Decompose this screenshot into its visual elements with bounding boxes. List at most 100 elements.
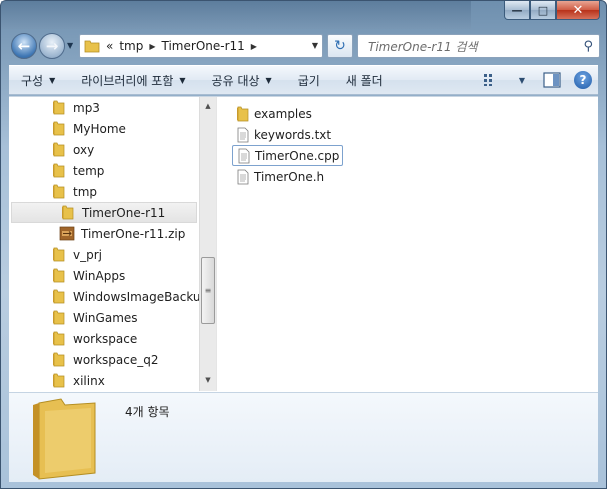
- breadcrumb-overflow[interactable]: «: [106, 39, 113, 53]
- chevron-down-icon: ▼: [518, 75, 526, 85]
- refresh-button[interactable]: ↻: [327, 34, 353, 58]
- tree-item-xilinx[interactable]: xilinx: [51, 370, 105, 391]
- organize-button[interactable]: 구성 ▼: [21, 72, 55, 89]
- folder-icon: [53, 268, 65, 283]
- share-with-button[interactable]: 공유 대상 ▼: [212, 72, 272, 89]
- folder-icon: [53, 142, 65, 157]
- file-item-keywords-txt[interactable]: keywords.txt: [235, 124, 331, 145]
- address-bar[interactable]: « tmp ▶ TimerOne-r11 ▶ ▼: [79, 34, 323, 58]
- folder-icon: [53, 247, 65, 262]
- text-file-icon: [238, 148, 250, 163]
- search-placeholder: TimerOne-r11 검색: [368, 39, 478, 54]
- tree-item-temp[interactable]: temp: [51, 160, 104, 181]
- burn-label: 굽기: [297, 73, 320, 88]
- caption-buttons: — □ ✕: [504, 1, 600, 20]
- include-in-library-label: 라이브러리에 포함: [81, 73, 174, 88]
- file-item-timerone-h[interactable]: TimerOne.h: [235, 166, 324, 187]
- tree-item-myhome[interactable]: MyHome: [51, 118, 126, 139]
- preview-pane-icon: [543, 72, 561, 88]
- folder-icon: [53, 310, 65, 325]
- arrow-left-icon: ←: [17, 37, 31, 55]
- folder-icon: [53, 163, 65, 178]
- forward-button[interactable]: →: [39, 33, 65, 59]
- organize-label: 구성: [21, 73, 44, 88]
- scroll-down-button[interactable]: ▼: [200, 372, 216, 388]
- search-input[interactable]: TimerOne-r11 검색 ⚲: [357, 34, 600, 58]
- folder-icon: [33, 398, 96, 480]
- tree-item-label: WinGames: [73, 310, 138, 325]
- file-list[interactable]: examples keywords.txt TimerOne.cpp Timer…: [217, 97, 598, 391]
- help-button[interactable]: ?: [574, 71, 592, 89]
- minimize-button[interactable]: —: [504, 1, 530, 20]
- tree-item-windowsimagebackup[interactable]: WindowsImageBackup: [51, 286, 199, 307]
- tree-item-timerone-r11[interactable]: TimerOne-r11: [11, 202, 197, 223]
- text-file-icon: [237, 169, 249, 184]
- tree-item-oxy[interactable]: oxy: [51, 139, 94, 160]
- tree-item-winapps[interactable]: WinApps: [51, 265, 125, 286]
- folder-icon: [53, 373, 65, 388]
- tree-item-workspace-q2[interactable]: workspace_q2: [51, 349, 159, 370]
- back-button[interactable]: ←: [11, 33, 37, 59]
- tree-item-label: mp3: [73, 100, 100, 115]
- view-list-icon: [484, 74, 492, 86]
- search-icon[interactable]: ⚲: [583, 39, 593, 54]
- tree-item-label: workspace_q2: [73, 352, 159, 367]
- folder-icon: [53, 100, 65, 115]
- file-item-label: TimerOne.h: [254, 169, 325, 184]
- view-dropdown-button[interactable]: ▼: [512, 71, 532, 89]
- tree-item-tmp[interactable]: tmp: [51, 181, 97, 202]
- tree-item-label: TimerOne-r11.zip: [81, 226, 186, 241]
- text-file-icon: [237, 127, 249, 142]
- breadcrumb-tmp[interactable]: tmp: [119, 39, 143, 53]
- arrow-right-icon: →: [45, 37, 59, 55]
- breadcrumb-separator-icon[interactable]: ▶: [149, 42, 155, 51]
- history-dropdown-button[interactable]: ▼: [67, 41, 73, 50]
- scroll-thumb[interactable]: ≡: [201, 257, 215, 324]
- folder-icon: [84, 40, 100, 53]
- file-item-examples[interactable]: examples: [235, 103, 312, 124]
- folder-icon: [53, 121, 65, 136]
- content-area: mp3 MyHome oxy temp tmp TimerOne-r11 Tim…: [9, 96, 598, 392]
- tree-item-mp3[interactable]: mp3: [51, 97, 100, 118]
- new-folder-label: 새 폴더: [345, 73, 383, 88]
- tree-item-label: v_prj: [73, 247, 102, 262]
- folder-icon: [53, 331, 65, 346]
- tree-item-label: oxy: [73, 142, 95, 157]
- folder-icon: [237, 106, 249, 121]
- file-item-timerone-cpp[interactable]: TimerOne.cpp: [232, 145, 344, 166]
- include-in-library-button[interactable]: 라이브러리에 포함 ▼: [81, 72, 185, 89]
- chevron-down-icon: ▼: [179, 75, 186, 85]
- view-controls: ▼ ?: [472, 71, 592, 89]
- tree-item-v-prj[interactable]: v_prj: [51, 244, 102, 265]
- scroll-up-button[interactable]: ▲: [200, 98, 216, 114]
- command-bar: 구성 ▼ 라이브러리에 포함 ▼ 공유 대상 ▼ 굽기 새 폴더 ▼ ?: [9, 65, 598, 95]
- preview-pane-button[interactable]: [542, 71, 562, 89]
- folder-icon: [62, 205, 74, 220]
- tree-item-workspace[interactable]: workspace: [51, 328, 137, 349]
- tree-item-label: tmp: [73, 184, 98, 199]
- tree-item-timerone-zip[interactable]: TimerOne-r11.zip: [59, 223, 185, 244]
- breadcrumb-separator-icon[interactable]: ▶: [251, 42, 257, 51]
- share-with-label: 공유 대상: [211, 73, 260, 88]
- chevron-down-icon[interactable]: ▼: [312, 41, 318, 50]
- window-frame: — □ ✕ ← → ▼ « tmp ▶ TimerOne-r11 ▶ ▼ ↻ T…: [0, 0, 607, 489]
- maximize-button[interactable]: □: [530, 1, 556, 20]
- item-count: 4개 항목: [125, 405, 170, 419]
- burn-button[interactable]: 굽기: [298, 72, 320, 89]
- tree-item-label: temp: [73, 163, 105, 178]
- tree-item-label: xilinx: [73, 373, 105, 388]
- file-item-label: TimerOne.cpp: [255, 148, 340, 163]
- breadcrumb-timerone[interactable]: TimerOne-r11: [162, 39, 245, 53]
- navigation-pane[interactable]: mp3 MyHome oxy temp tmp TimerOne-r11 Tim…: [9, 97, 199, 391]
- new-folder-button[interactable]: 새 폴더: [346, 72, 383, 89]
- view-options-button[interactable]: [482, 71, 502, 89]
- close-button[interactable]: ✕: [556, 1, 600, 20]
- file-item-label: keywords.txt: [254, 127, 332, 142]
- title-bar[interactable]: [1, 1, 471, 29]
- tree-item-label: workspace: [73, 331, 138, 346]
- tree-item-wingames[interactable]: WinGames: [51, 307, 138, 328]
- refresh-icon: ↻: [334, 38, 346, 54]
- nav-scrollbar[interactable]: ▲ ≡ ▼: [199, 97, 216, 391]
- file-item-label: examples: [254, 106, 312, 121]
- navigation-bar: ← → ▼ « tmp ▶ TimerOne-r11 ▶ ▼ ↻ TimerOn…: [9, 31, 600, 61]
